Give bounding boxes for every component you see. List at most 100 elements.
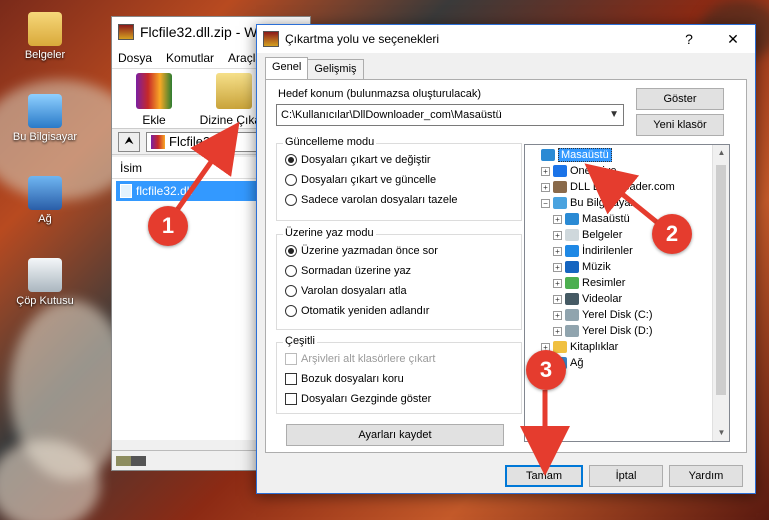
radio-unselected[interactable] bbox=[285, 265, 297, 277]
ok-button[interactable]: Tamam bbox=[505, 465, 583, 487]
save-settings-button[interactable]: Ayarları kaydet bbox=[286, 424, 504, 446]
expand-toggle-icon[interactable]: + bbox=[553, 214, 562, 224]
checkbox-disabled bbox=[285, 353, 297, 365]
show-button[interactable]: Göster bbox=[636, 88, 724, 110]
expand-toggle-icon[interactable]: + bbox=[541, 182, 550, 192]
desktop-icon-network[interactable]: Ağ bbox=[6, 176, 84, 225]
tree-node[interactable]: Masaüstü bbox=[529, 147, 612, 163]
folder-tree[interactable]: ▲ ▼ Masaüstü + OneDrive + DLL Downloader.com… bbox=[524, 144, 730, 442]
radio-unselected[interactable] bbox=[285, 285, 297, 297]
tree-node-label: Masaüstü bbox=[582, 213, 630, 225]
option-skip-existing[interactable]: Varolan dosyaları atla bbox=[285, 285, 407, 297]
tree-node-label: Yerel Disk (D:) bbox=[582, 325, 653, 337]
checkbox[interactable] bbox=[285, 393, 297, 405]
desktop-icon-this-pc[interactable]: Bu Bilgisayar bbox=[6, 94, 84, 143]
tree-node[interactable]: + Belgeler bbox=[553, 227, 622, 243]
window-title: Flcfile32.dll.zip - Win bbox=[140, 24, 269, 40]
up-folder-button[interactable]: ⮝ bbox=[118, 131, 140, 152]
folder-icon bbox=[565, 293, 579, 305]
radio-selected[interactable] bbox=[285, 245, 297, 257]
overwrite-mode-title: Üzerine yaz modu bbox=[283, 227, 376, 239]
scroll-thumb[interactable] bbox=[716, 165, 726, 395]
tree-node-label: OneDrive bbox=[570, 165, 617, 177]
dialog-titlebar[interactable]: Çıkartma yolu ve seçenekleri ? ✕ bbox=[257, 25, 755, 53]
scroll-down-icon[interactable]: ▼ bbox=[713, 425, 729, 441]
radio-unselected[interactable] bbox=[285, 194, 297, 206]
dll-file-icon bbox=[120, 184, 132, 198]
help-bottom-button[interactable]: Yardım bbox=[669, 465, 743, 487]
destination-path-combo[interactable]: C:\Kullanıcılar\DllDownloader_com\Masaüs… bbox=[276, 104, 624, 126]
option-show-in-explorer[interactable]: Dosyaları Gezginde göster bbox=[285, 393, 431, 405]
folder-icon bbox=[565, 325, 579, 337]
folder-icon bbox=[565, 245, 579, 257]
tree-node-label: Yerel Disk (C:) bbox=[582, 309, 653, 321]
file-name: flcfile32.dll bbox=[136, 184, 193, 198]
update-mode-title: Güncelleme modu bbox=[283, 136, 377, 148]
expand-toggle-icon[interactable]: − bbox=[541, 198, 550, 208]
add-button[interactable]: Ekle bbox=[122, 73, 186, 127]
folder-icon bbox=[553, 197, 567, 209]
option-label: Bozuk dosyaları koru bbox=[301, 373, 404, 385]
expand-toggle-icon[interactable]: + bbox=[553, 230, 562, 240]
cancel-button[interactable]: İptal bbox=[589, 465, 663, 487]
desktop-icon-label: Belgeler bbox=[24, 49, 66, 61]
general-tab-panel: Hedef konum (bulunmazsa oluşturulacak) C… bbox=[265, 79, 747, 453]
new-folder-button[interactable]: Yeni klasör bbox=[636, 114, 724, 136]
computer-icon bbox=[28, 94, 62, 128]
tab-advanced[interactable]: Gelişmiş bbox=[307, 59, 364, 79]
tab-general[interactable]: Genel bbox=[265, 57, 309, 79]
scroll-up-icon[interactable]: ▲ bbox=[713, 145, 729, 161]
option-label: Dosyaları çıkart ve değiştir bbox=[301, 154, 431, 166]
expand-toggle-icon[interactable]: + bbox=[553, 326, 562, 336]
tree-node[interactable]: + Masaüstü bbox=[553, 211, 630, 227]
tree-node[interactable]: + Yerel Disk (C:) bbox=[553, 307, 653, 323]
tree-node[interactable]: + OneDrive bbox=[541, 163, 616, 179]
tree-node[interactable]: + Müzik bbox=[553, 259, 611, 275]
expand-toggle-icon[interactable]: + bbox=[541, 166, 550, 176]
tree-node[interactable]: − Bu Bilgisayar bbox=[541, 195, 634, 211]
expand-toggle-icon[interactable]: + bbox=[553, 278, 562, 288]
tree-node[interactable]: + Videolar bbox=[553, 291, 622, 307]
extract-folder-icon bbox=[216, 73, 252, 109]
option-label: Otomatik yeniden adlandır bbox=[301, 305, 430, 317]
tree-scrollbar[interactable]: ▲ ▼ bbox=[712, 145, 729, 441]
tree-node-label: Resimler bbox=[582, 277, 626, 289]
radio-unselected[interactable] bbox=[285, 174, 297, 186]
option-auto-rename[interactable]: Otomatik yeniden adlandır bbox=[285, 305, 429, 317]
expand-toggle-icon[interactable]: + bbox=[553, 262, 562, 272]
tree-node-label: Müzik bbox=[582, 261, 611, 273]
tree-node-label: DLL Downloader.com bbox=[570, 181, 675, 193]
extraction-dialog[interactable]: Çıkartma yolu ve seçenekleri ? ✕ Genel G… bbox=[256, 24, 756, 494]
radio-unselected[interactable] bbox=[285, 305, 297, 317]
option-extract-update[interactable]: Dosyaları çıkart ve güncelle bbox=[285, 174, 436, 186]
tree-node[interactable]: + İndirilenler bbox=[553, 243, 633, 259]
winrar-icon bbox=[118, 24, 134, 40]
desktop-icon-label: Çöp Kutusu bbox=[16, 295, 74, 307]
expand-toggle-icon[interactable]: + bbox=[553, 294, 562, 304]
menu-commands[interactable]: Komutlar bbox=[166, 51, 214, 65]
option-ask-before-overwrite[interactable]: Üzerine yazmadan önce sor bbox=[285, 245, 438, 257]
option-extract-replace[interactable]: Dosyaları çıkart ve değiştir bbox=[285, 154, 431, 166]
tree-node[interactable]: + DLL Downloader.com bbox=[541, 179, 675, 195]
tree-node-label: Bu Bilgisayar bbox=[570, 197, 635, 209]
expand-toggle-icon[interactable]: + bbox=[553, 246, 562, 256]
folder-icon bbox=[553, 165, 567, 177]
option-keep-broken-files[interactable]: Bozuk dosyaları koru bbox=[285, 373, 404, 385]
misc-title: Çeşitli bbox=[283, 335, 317, 347]
option-extract-to-subfolders: Arşivleri alt klasörlere çıkart bbox=[285, 353, 435, 365]
tree-node-label: Kitaplıklar bbox=[570, 341, 619, 353]
close-button[interactable]: ✕ bbox=[711, 25, 755, 53]
folder-icon bbox=[28, 12, 62, 46]
desktop-icon-recycle-bin[interactable]: Çöp Kutusu bbox=[6, 258, 84, 307]
desktop-icon-documents[interactable]: Belgeler bbox=[6, 12, 84, 61]
checkbox[interactable] bbox=[285, 373, 297, 385]
tree-node[interactable]: + Yerel Disk (D:) bbox=[553, 323, 653, 339]
option-overwrite-without-prompt[interactable]: Sormadan üzerine yaz bbox=[285, 265, 411, 277]
radio-selected[interactable] bbox=[285, 154, 297, 166]
help-button[interactable]: ? bbox=[667, 25, 711, 53]
expand-toggle-icon[interactable]: + bbox=[553, 310, 562, 320]
menu-file[interactable]: Dosya bbox=[118, 51, 152, 65]
option-freshen-existing[interactable]: Sadece varolan dosyaları tazele bbox=[285, 194, 458, 206]
option-label: Dosyaları Gezginde göster bbox=[301, 393, 432, 405]
tree-node[interactable]: + Resimler bbox=[553, 275, 625, 291]
